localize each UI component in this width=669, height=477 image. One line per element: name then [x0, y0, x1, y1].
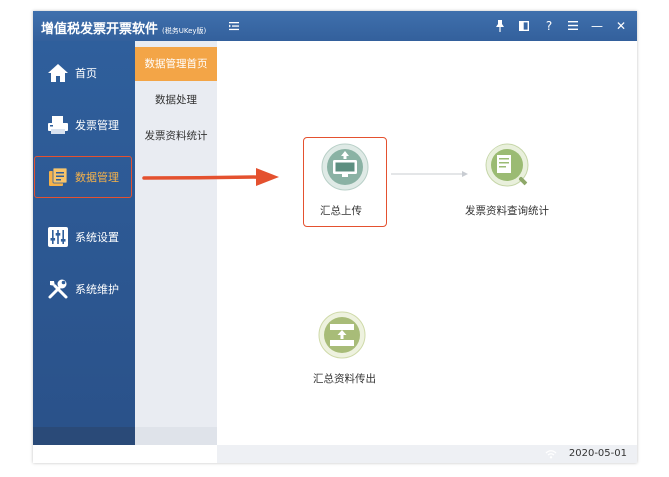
tools-icon	[48, 279, 68, 299]
subnav-item-invoice-statistics[interactable]: 发票资料统计	[135, 119, 217, 153]
pin-icon[interactable]	[492, 17, 508, 35]
sidebar-item-data-management[interactable]: 数据管理	[34, 156, 132, 198]
minimize-icon[interactable]: —	[589, 17, 605, 35]
settings-sliders-icon	[48, 227, 68, 247]
subnav-item-data-home[interactable]: 数据管理首页	[135, 47, 217, 81]
home-icon	[48, 64, 68, 82]
window-icon[interactable]	[516, 17, 532, 35]
printer-icon	[48, 116, 68, 134]
title-bar: 增值税发票开票软件 (税务UKey版) ? — ✕	[33, 11, 637, 41]
sidebar: 首页 发票管理 数据管理 系统设置 系统维护	[33, 41, 135, 445]
main-content	[217, 41, 637, 445]
status-date: 2020-05-01	[568, 448, 627, 459]
status-bar: 2020-05-01	[217, 445, 637, 463]
collapse-menu-icon[interactable]	[228, 20, 240, 32]
sidebar-item-label: 数据管理	[75, 171, 119, 184]
app-title: 增值税发票开票软件 (税务UKey版)	[41, 18, 206, 37]
subnav-item-data-processing[interactable]: 数据处理	[135, 83, 217, 117]
sidebar-item-system-settings[interactable]: 系统设置	[33, 217, 135, 257]
invoice-query-label: 发票资料查询统计	[465, 205, 549, 217]
invoice-query-icon	[485, 143, 531, 189]
data-icon	[49, 167, 68, 186]
wifi-icon	[545, 450, 557, 459]
sidebar-item-label: 系统设置	[75, 231, 119, 244]
subnav-footer	[135, 427, 217, 445]
sub-navigation: 数据管理首页 数据处理 发票资料统计	[135, 41, 217, 445]
menu-icon[interactable]	[565, 17, 581, 35]
sidebar-item-invoice-management[interactable]: 发票管理	[33, 105, 135, 145]
close-icon[interactable]: ✕	[613, 17, 629, 35]
sidebar-item-label: 发票管理	[75, 119, 119, 132]
summary-export-icon	[318, 311, 366, 359]
sidebar-item-label: 首页	[75, 67, 97, 80]
app-title-text: 增值税发票开票软件	[41, 22, 159, 37]
app-window: 增值税发票开票软件 (税务UKey版) ? — ✕ 首页 发票管理 数据管理 系…	[33, 11, 637, 463]
sidebar-item-system-maintenance[interactable]: 系统维护	[33, 269, 135, 309]
summary-upload-highlight	[303, 137, 387, 227]
invoice-query-statistics-function[interactable]: 发票资料查询统计	[465, 143, 555, 221]
sidebar-item-home[interactable]: 首页	[33, 53, 135, 93]
app-subtitle: (税务UKey版)	[162, 27, 207, 35]
sidebar-footer	[33, 427, 135, 445]
sidebar-item-label: 系统维护	[75, 283, 119, 296]
summary-export-label: 汇总资料传出	[313, 373, 376, 385]
summary-export-function[interactable]: 汇总资料传出	[313, 311, 383, 389]
help-icon[interactable]: ?	[541, 17, 557, 35]
